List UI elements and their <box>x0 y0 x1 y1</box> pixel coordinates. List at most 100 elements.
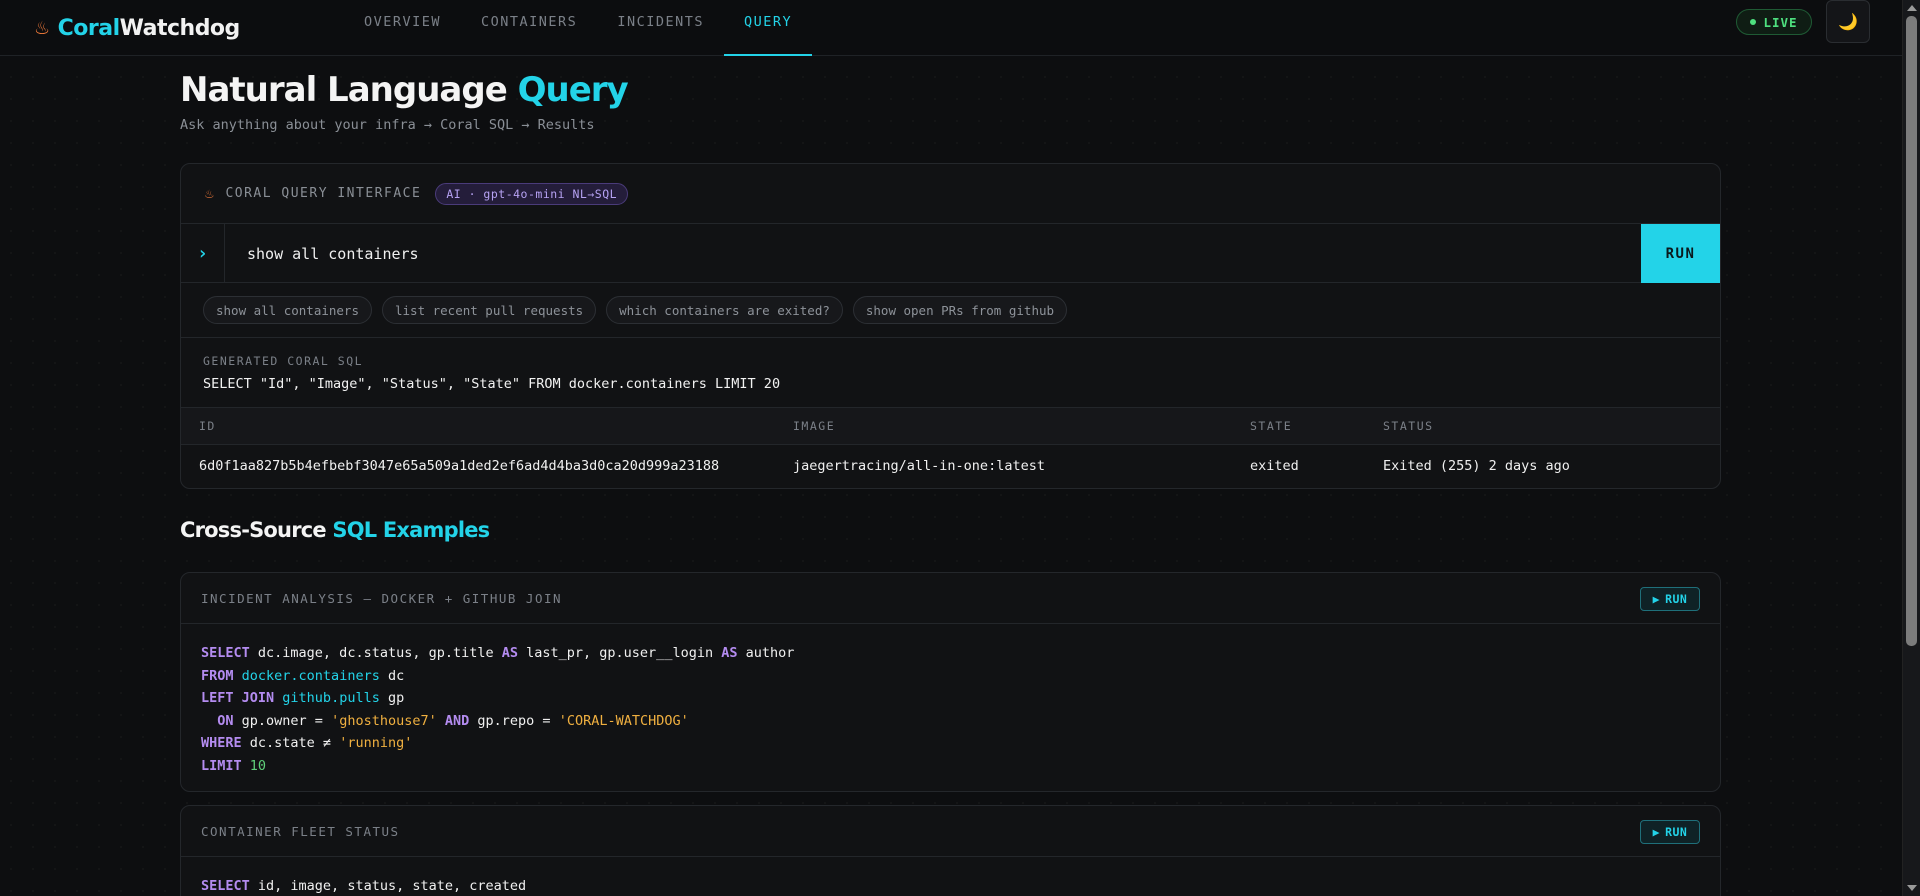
examples-section-title: Cross-Source SQL Examples <box>180 518 490 542</box>
code-line: LIMIT 10 <box>201 755 1700 778</box>
table-row[interactable]: 6d0f1aa827b5b4efbebf3047e65a509a1ded2ef6… <box>181 445 1720 487</box>
column-header-state: STATE <box>1250 419 1293 433</box>
scrollbar-thumb[interactable] <box>1906 16 1917 646</box>
sql-token: gp.repo = <box>469 712 559 729</box>
nav-overview[interactable]: OVERVIEW <box>344 0 461 56</box>
nav-incidents[interactable]: INCIDENTS <box>597 0 724 56</box>
sql-string: 'ghosthouse7' <box>331 712 437 729</box>
play-icon: ▶ <box>1652 592 1661 606</box>
cell-id: 6d0f1aa827b5b4efbebf3047e65a509a1ded2ef6… <box>199 458 720 474</box>
code-line: WHERE dc.state ≠ 'running' <box>201 732 1700 755</box>
examples-title-accent: SQL Examples <box>332 518 490 542</box>
sql-keyword: AS <box>721 645 738 661</box>
code-line: SELECT id, image, status, state, created <box>201 875 1700 896</box>
brand-name-part1: Coral <box>57 15 121 41</box>
generated-sql-text: SELECT "Id", "Image", "Status", "State" … <box>203 376 781 392</box>
sql-string: 'CORAL-WATCHDOG' <box>558 712 689 729</box>
sql-token: dc.state ≠ <box>241 735 340 751</box>
sql-keyword: AND <box>444 712 470 729</box>
scroll-up-icon[interactable] <box>1907 5 1917 11</box>
suggestion-chip[interactable]: show open PRs from github <box>852 296 1068 324</box>
sql-string: 'running' <box>339 735 413 751</box>
example-title: CONTAINER FLEET STATUS <box>201 823 400 839</box>
page-subtitle: Ask anything about your infra → Coral SQ… <box>180 117 595 133</box>
examples-title-main: Cross-Source <box>180 518 333 542</box>
page-title-accent: Query <box>517 70 629 110</box>
example-run-button[interactable]: ▶ RUN <box>1640 820 1700 844</box>
column-header-image: IMAGE <box>793 419 836 433</box>
theme-toggle-button[interactable]: 🌙 <box>1826 0 1870 43</box>
example-card: INCIDENT ANALYSIS — DOCKER + GITHUB JOIN… <box>180 572 1721 792</box>
suggestion-chip[interactable]: list recent pull requests <box>382 296 597 324</box>
code-line: SELECT dc.image, dc.status, gp.title AS … <box>201 642 1700 665</box>
query-interface-header: ♨ CORAL QUERY INTERFACE AI · gpt-4o-mini… <box>181 164 1720 224</box>
page-title-main: Natural Language <box>180 70 518 110</box>
brand-logo[interactable]: ♨ CoralWatchdog <box>34 10 240 46</box>
cell-image: jaegertracing/all-in-one:latest <box>793 458 1045 474</box>
example-run-button[interactable]: ▶ RUN <box>1640 587 1700 611</box>
brand-name-part2: Watchdog <box>119 15 241 41</box>
prompt-chevron-icon: › <box>181 224 225 283</box>
scroll-down-icon[interactable] <box>1907 885 1917 891</box>
play-icon: ▶ <box>1652 825 1661 839</box>
sql-keyword: FROM <box>201 667 234 684</box>
cell-status: Exited (255) 2 days ago <box>1383 458 1570 474</box>
suggestion-chip[interactable]: which containers are exited? <box>606 296 843 324</box>
moon-icon: 🌙 <box>1838 12 1858 31</box>
code-line: ON gp.owner = 'ghosthouse7' AND gp.repo … <box>201 710 1700 733</box>
sql-table: docker.containers <box>241 667 380 684</box>
query-input-row: › RUN <box>181 224 1720 283</box>
live-status-badge: LIVE <box>1736 9 1812 35</box>
example-run-label: RUN <box>1665 825 1688 839</box>
query-interface-card: ♨ CORAL QUERY INTERFACE AI · gpt-4o-mini… <box>180 163 1721 489</box>
ai-model-badge: AI · gpt-4o-mini NL→SQL <box>435 182 629 205</box>
suggestion-chips: show all containers list recent pull req… <box>203 296 1068 324</box>
live-dot-icon <box>1750 19 1757 25</box>
code-line: LEFT JOIN github.pulls gp <box>201 687 1700 710</box>
sql-keyword: SELECT <box>201 645 250 661</box>
example-title: INCIDENT ANALYSIS — DOCKER + GITHUB JOIN <box>201 590 563 606</box>
sql-token: gp <box>379 690 405 706</box>
example-card-header: CONTAINER FLEET STATUS ▶ RUN <box>181 806 1720 857</box>
sql-token: gp.owner = <box>233 712 332 729</box>
page-scrollbar[interactable] <box>1902 0 1920 896</box>
suggestion-chip[interactable]: show all containers <box>203 296 372 324</box>
sql-keyword: LIMIT <box>201 757 242 774</box>
results-table-header: ID IMAGE STATE STATUS <box>181 407 1720 445</box>
results-table: ID IMAGE STATE STATUS 6d0f1aa827b5b4efbe… <box>181 407 1720 487</box>
coral-icon: ♨ <box>205 185 214 202</box>
example-code-block: SELECT id, image, status, state, created <box>181 857 1720 896</box>
example-card: CONTAINER FLEET STATUS ▶ RUN SELECT id, … <box>180 805 1721 896</box>
sql-keyword: ON <box>217 712 234 729</box>
generated-sql-block: GENERATED CORAL SQL SELECT "Id", "Image"… <box>203 354 780 392</box>
generated-sql-label: GENERATED CORAL SQL <box>203 354 364 368</box>
cell-state: exited <box>1250 458 1299 474</box>
coral-icon: ♨ <box>34 17 50 39</box>
nav-containers[interactable]: CONTAINERS <box>461 0 597 56</box>
page-title: Natural Language Query <box>180 70 629 110</box>
code-line: FROM docker.containers dc <box>201 665 1700 688</box>
sql-keyword: AS <box>501 645 519 661</box>
run-query-button[interactable]: RUN <box>1641 224 1720 283</box>
sql-token: id, image, status, state, created <box>249 878 527 894</box>
sql-token: dc.image, dc.status, gp.title <box>249 645 502 661</box>
live-label: LIVE <box>1763 14 1798 30</box>
column-header-id: ID <box>199 419 216 433</box>
sql-token: last_pr, gp.user__login <box>518 645 722 661</box>
example-run-label: RUN <box>1665 592 1688 606</box>
top-bar: ♨ CoralWatchdog OVERVIEW CONTAINERS INCI… <box>0 0 1902 56</box>
query-input[interactable] <box>225 224 1642 283</box>
query-interface-label: CORAL QUERY INTERFACE <box>225 186 422 201</box>
sql-keyword: SELECT <box>201 878 250 894</box>
nav-query[interactable]: QUERY <box>723 0 813 56</box>
sql-number: 10 <box>249 757 267 774</box>
divider <box>181 337 1720 338</box>
example-card-header: INCIDENT ANALYSIS — DOCKER + GITHUB JOIN… <box>181 573 1720 624</box>
sql-keyword: LEFT JOIN <box>201 690 275 706</box>
sql-table: github.pulls <box>282 690 380 706</box>
sql-token: dc <box>379 667 405 684</box>
